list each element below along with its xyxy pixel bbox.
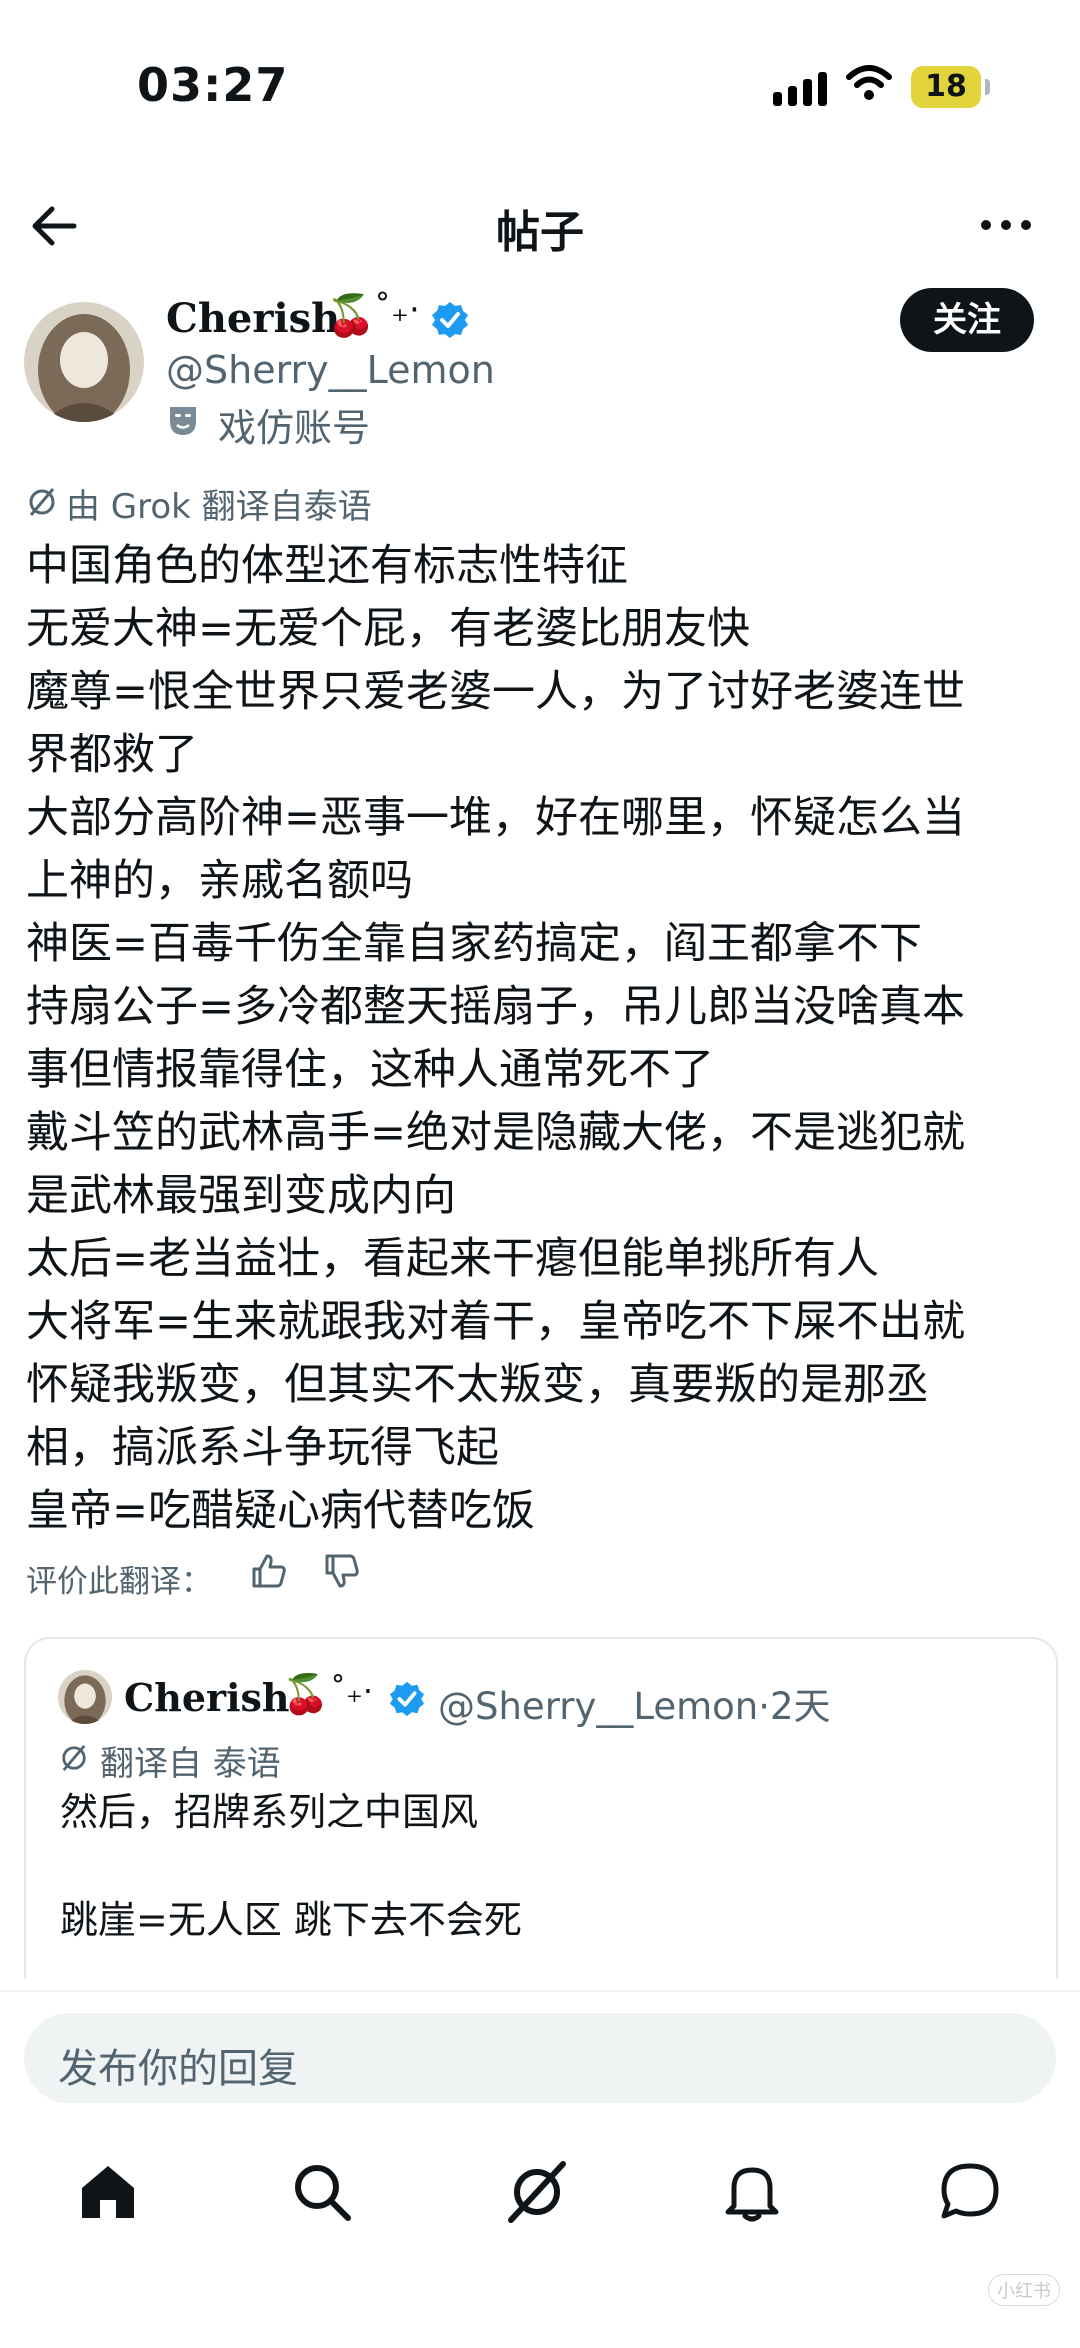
post-line: 持扇公子=多冷都整天摇扇子，吊儿郎当没啥真本 <box>26 982 966 1032</box>
post-line: 神医=百毒千伤全靠自家药搞定，阎王都拿不下 <box>26 919 923 969</box>
cherry-emoji: 🍒 <box>282 1672 330 1716</box>
thumbs-up-icon[interactable] <box>250 1552 288 1590</box>
reply-placeholder[interactable]: 发布你的回复 <box>58 2036 298 2094</box>
post-line: 是武林最强到变成内向 <box>26 1171 456 1221</box>
watermark: 小红书 <box>988 2274 1060 2306</box>
notifications-icon[interactable] <box>720 2160 784 2224</box>
status-time: 03:27 <box>137 58 289 112</box>
author-handle[interactable]: @Sherry__Lemon <box>166 348 495 392</box>
post-line: 大将军=生来就跟我对着干，皇帝吃不下屎不出就 <box>26 1297 966 1347</box>
post-line: 太后=老当益壮，看起来干瘪但能单挑所有人 <box>26 1234 880 1284</box>
post-line: 无爱大神=无爱个屁，有老婆比朋友快 <box>26 604 751 654</box>
grok-translate-icon <box>62 1744 86 1772</box>
verified-badge-icon <box>432 302 468 338</box>
sparkle-decoration: ˚₊· <box>330 1672 374 1710</box>
quoted-translation-note: 翻译自 泰语 <box>100 1744 281 1784</box>
cellular-signal-icon <box>773 70 828 106</box>
messages-icon[interactable] <box>938 2160 1002 2224</box>
quoted-handle-time: @Sherry__Lemon·2天 <box>438 1685 831 1728</box>
post-line: 怀疑我叛变，但其实不太叛变，真要叛的是那丞 <box>26 1360 929 1410</box>
cherry-emoji: 🍒 <box>326 293 376 339</box>
battery-indicator: 18 <box>911 66 990 108</box>
quoted-line: 然后，招牌系列之中国风 <box>60 1790 479 1834</box>
quoted-author-name: Cherish <box>124 1675 290 1720</box>
home-icon[interactable] <box>76 2160 140 2224</box>
more-options-icon[interactable] <box>978 215 1034 235</box>
verified-badge-icon <box>389 1681 425 1717</box>
post-body: 中国角色的体型还有标志性特征无爱大神=无爱个屁，有老婆比朋友快魔尊=恨全世界只爱… <box>26 535 1046 1543</box>
quoted-line: 跳崖=无人区 跳下去不会死 <box>60 1898 522 1942</box>
author-name[interactable]: Cherish <box>166 295 340 342</box>
post-line: 大部分高阶神=恶事一堆，好在哪里，怀疑怎么当 <box>26 793 966 843</box>
grok-icon[interactable] <box>505 2160 569 2224</box>
post-line: 相，搞派系斗争玩得飞起 <box>26 1423 499 1473</box>
rate-translation-label: 评价此翻译： <box>26 1564 212 1600</box>
follow-button[interactable]: 关注 <box>900 288 1034 352</box>
post-line: 中国角色的体型还有标志性特征 <box>26 541 628 591</box>
post-line: 上神的，亲戚名额吗 <box>26 856 413 906</box>
grok-translate-icon <box>29 488 55 516</box>
post-line: 皇帝=吃醋疑心病代替吃饭 <box>26 1486 536 1536</box>
translation-note[interactable]: 由 Grok 翻译自泰语 <box>66 479 372 528</box>
thumbs-down-icon[interactable] <box>323 1552 361 1590</box>
page-title: 帖子 <box>496 207 584 258</box>
post-line: 魔尊=恨全世界只爱老婆一人，为了讨好老婆连世 <box>26 667 966 717</box>
avatar[interactable] <box>24 302 144 422</box>
post-line: 戴斗笠的武林高手=绝对是隐藏大佬，不是逃犯就 <box>26 1108 966 1158</box>
quoted-avatar <box>58 1670 112 1724</box>
wifi-icon <box>846 65 892 100</box>
search-icon[interactable] <box>290 2160 354 2224</box>
sparkle-decoration: ˚₊· <box>374 290 420 330</box>
parody-account-label: 戏仿账号 <box>218 406 371 450</box>
divider <box>0 1990 1080 1992</box>
post-line: 界都救了 <box>26 730 198 780</box>
post-line: 事但情报靠得住，这种人通常死不了 <box>26 1045 714 1095</box>
quoted-post-text: 然后，招牌系列之中国风 跳崖=无人区 跳下去不会死 <box>60 1785 522 1947</box>
parody-mask-icon <box>170 407 196 435</box>
